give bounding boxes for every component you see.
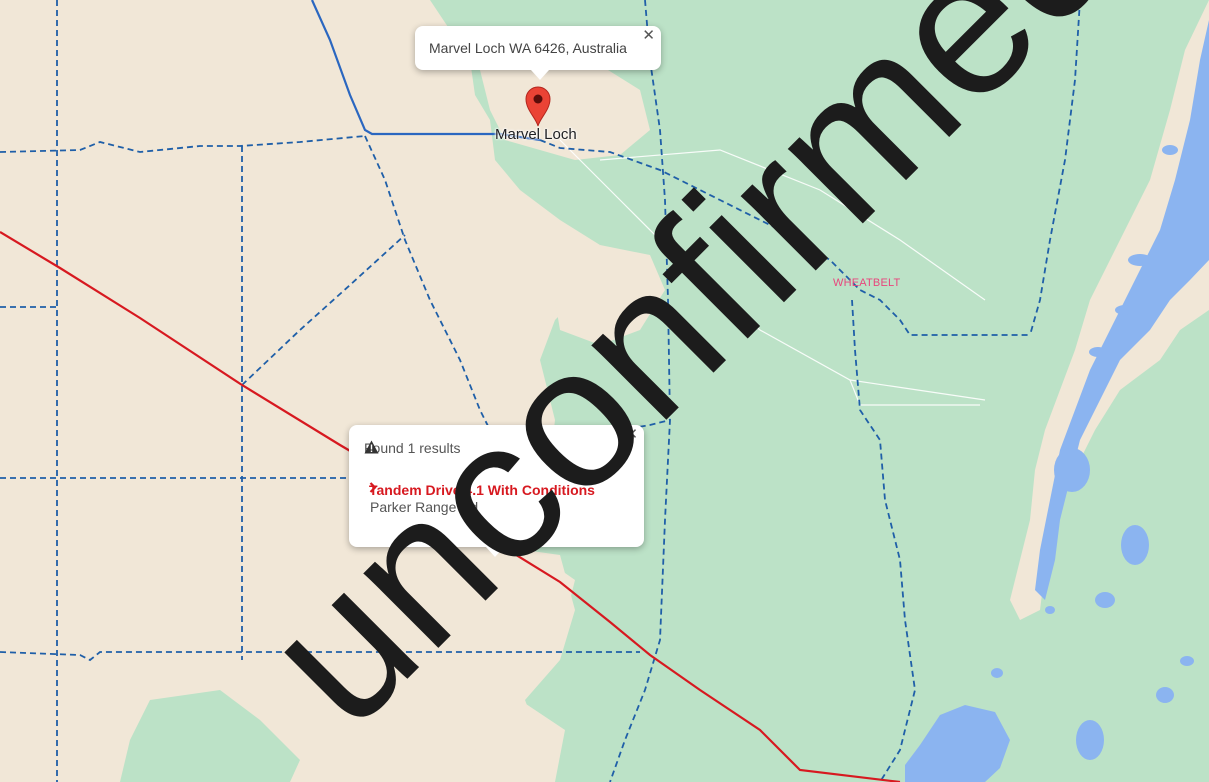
lake (991, 668, 1003, 678)
lake (1076, 720, 1104, 760)
lake (1128, 254, 1152, 266)
warning-icon (364, 440, 379, 454)
town-label[interactable]: Marvel Loch (495, 126, 577, 143)
place-info-popup: Marvel Loch WA 6426, Australia ✕ (415, 26, 661, 80)
close-icon[interactable]: ✕ (642, 28, 655, 44)
lake (1180, 656, 1194, 666)
result-link[interactable]: Tandem Drive 4.1 With Conditions (369, 482, 595, 498)
lake (1162, 145, 1178, 155)
lake (1115, 305, 1135, 315)
close-icon[interactable]: ✕ (625, 427, 638, 443)
lake (1045, 606, 1055, 614)
region-label: WHEATBELT (833, 277, 901, 289)
place-address: Marvel Loch WA 6426, Australia (429, 40, 627, 56)
lake (1089, 347, 1107, 357)
lake (1095, 592, 1115, 608)
lake (1121, 525, 1149, 565)
chevron-right-icon (369, 482, 377, 493)
map-canvas[interactable]: WHEATBELT Marvel Loch Marvel Loch WA 642… (0, 0, 1209, 782)
map-pin-icon[interactable] (524, 85, 552, 127)
result-title: Tandem Drive 4.1 With Conditions (369, 482, 595, 498)
result-road: Parker Range Rd (370, 499, 479, 515)
map-layers (0, 0, 1209, 782)
results-header: Found 1 results (364, 440, 461, 456)
lake (1054, 448, 1090, 492)
results-popup: Found 1 results Tandem Drive 4.1 With Co… (349, 425, 644, 557)
lake (1156, 687, 1174, 703)
